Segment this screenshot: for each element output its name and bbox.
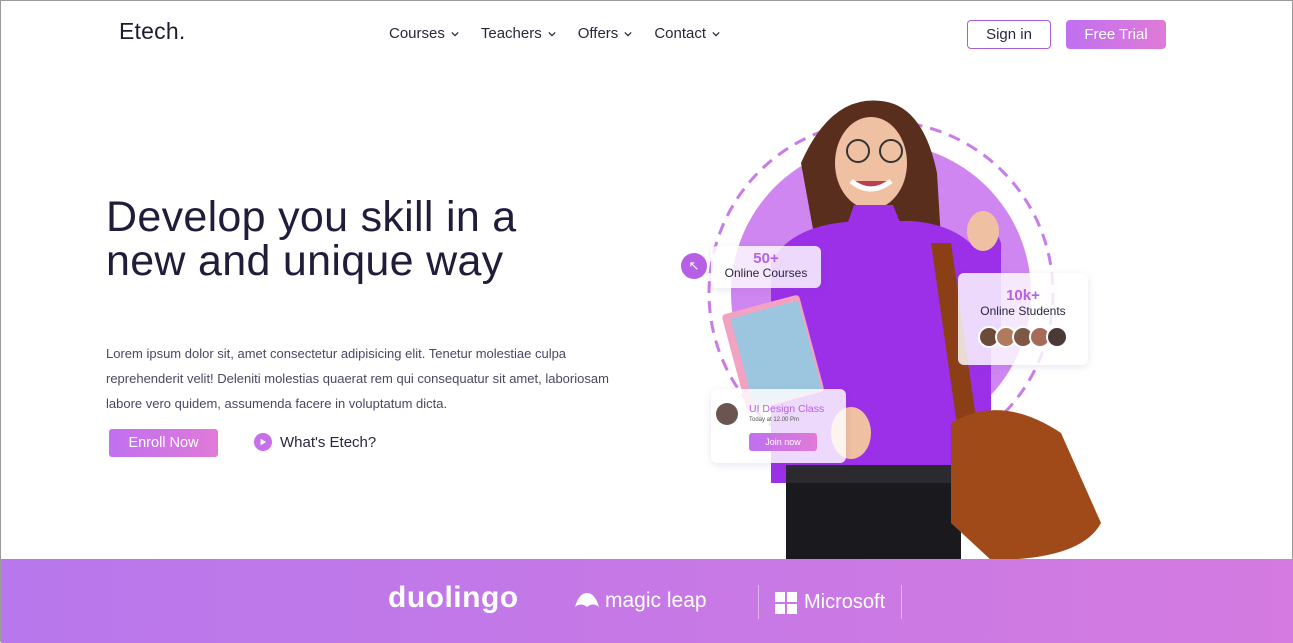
class-title: UI Design Class [749,403,825,415]
student-avatars [958,326,1088,348]
hero-description: Lorem ipsum dolor sit, amet consectetur … [106,346,609,411]
main-menu: Courses Teachers Offers Contact [389,25,742,42]
students-stat-card: 10k+ Online Students [958,273,1088,365]
partner-divider [901,585,902,619]
nav-teachers-label: Teachers [480,25,542,42]
courses-stat-label: Online Courses [724,266,808,280]
courses-stat-card: 50+ Online Courses [711,246,821,288]
nav-offers[interactable]: Offers [578,25,633,42]
windows-icon [775,591,797,614]
partners-bar: duolingo magic leap Microsoft [1,559,1293,643]
join-now-button[interactable]: Join now [749,433,817,451]
courses-stat-value: 50+ [753,250,779,267]
avatar [716,403,738,425]
nav-courses-label: Courses [389,25,445,42]
partner-divider [758,585,759,619]
magic-leap-icon [575,593,599,607]
whats-etech-link[interactable]: What's Etech? [254,433,376,451]
nav-contact-label: Contact [654,25,707,42]
whats-etech-label: What's Etech? [280,433,377,451]
nav-courses[interactable]: Courses [389,25,459,42]
partner-microsoft-label: Microsoft [804,591,886,613]
chevron-down-icon [451,31,459,36]
top-navbar: Etech. Courses Teachers Offers Contact S… [1,1,1292,69]
partner-magic-leap: magic leap [573,589,707,613]
play-icon [254,433,272,451]
avatar [1046,326,1068,348]
signin-button[interactable]: Sign in [967,20,1051,49]
enroll-now-button[interactable]: Enroll Now [109,429,218,457]
chevron-down-icon [548,31,556,36]
partner-microsoft: Microsoft [775,591,885,614]
hero-illustration: ↖ 50+ Online Courses 10k+ Online Student… [661,93,1131,560]
free-trial-button[interactable]: Free Trial [1066,20,1166,49]
logo[interactable]: Etech. [119,18,185,45]
nav-offers-label: Offers [577,25,619,42]
arrow-up-left-icon: ↖ [681,253,707,279]
hero-title: Develop you skill in a new and unique wa… [106,193,517,285]
nav-contact[interactable]: Contact [654,25,720,42]
students-stat-value: 10k+ [1006,287,1040,304]
partner-magic-leap-label: magic leap [605,589,707,612]
chevron-down-icon [624,31,632,36]
nav-teachers[interactable]: Teachers [481,25,556,42]
chevron-down-icon [712,31,720,36]
class-card: UI Design Class Today at 12.00 Pm Join n… [711,389,846,463]
partner-duolingo: duolingo [388,581,519,614]
class-time: Today at 12.00 Pm [749,417,800,423]
students-stat-label: Online Students [980,304,1066,318]
